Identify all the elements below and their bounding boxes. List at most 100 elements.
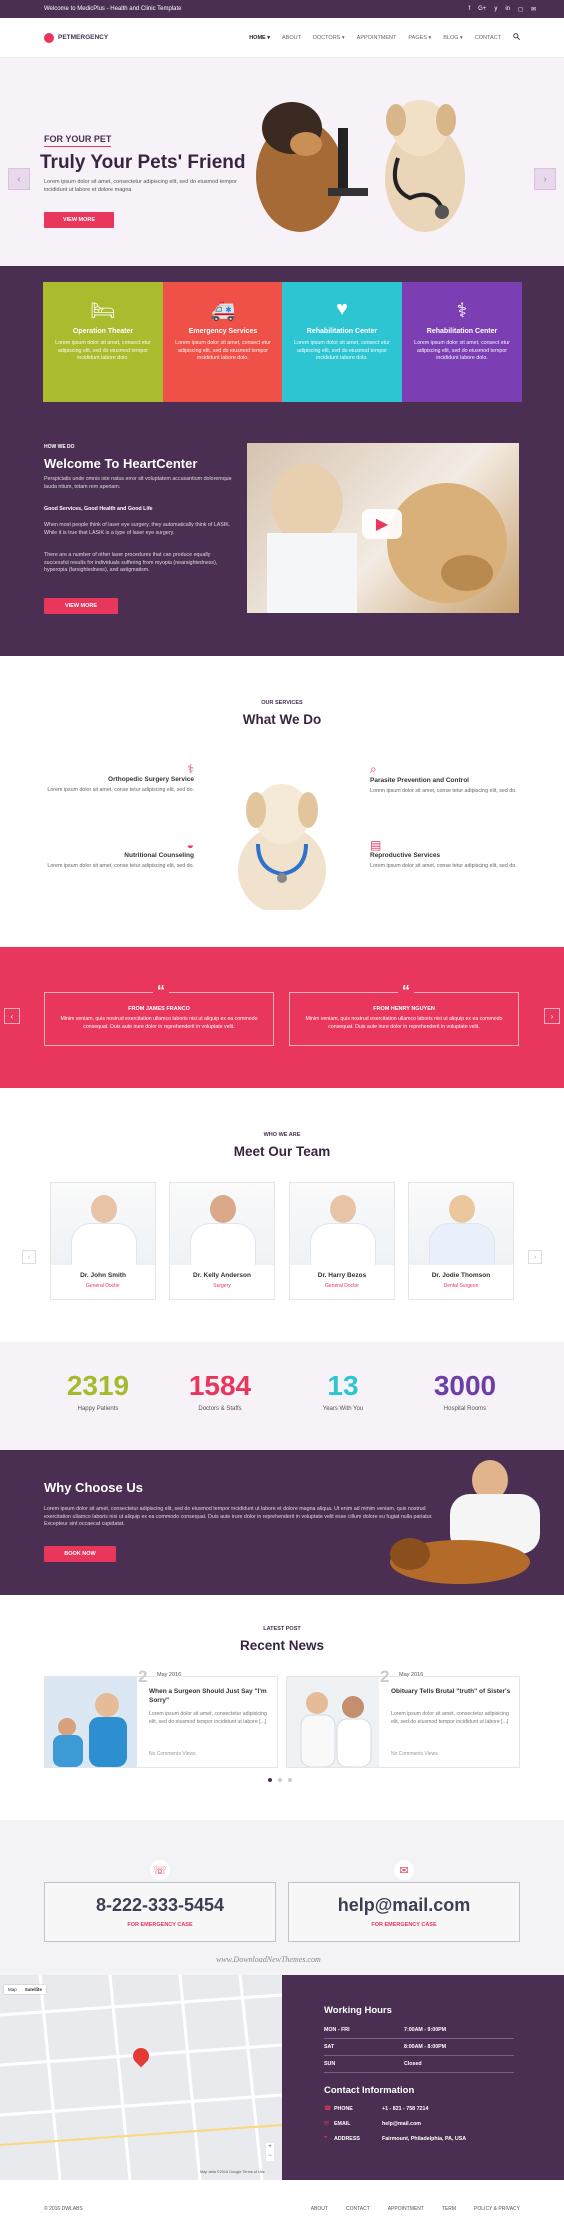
doctor-name: Dr. Jodie Thomson [431,1272,491,1279]
clipboard-icon: ▤ [370,838,382,852]
footer-link-term[interactable]: TERM [442,2206,456,2212]
pagination-dot[interactable] [268,1778,272,1782]
contact-value[interactable]: help@mail.com [382,2121,421,2127]
hours-time: Closed [404,2061,422,2067]
hero-text: Lorem ipsum dolor sit amet, consectetur … [44,179,237,193]
team-card[interactable]: Dr. John Smith General Doctor [50,1182,156,1300]
play-button[interactable]: ▶ [362,509,402,539]
service-title: Rehabilitation Center [306,328,378,335]
location-icon: ⌖ [324,2135,328,2141]
youtube-icon[interactable]: y [494,6,497,13]
nav-item-about[interactable]: ABOUT [282,35,301,41]
zoom-out-button[interactable]: − [266,2152,274,2161]
watermark: www.DownloadNewThemes.com [216,1955,321,1964]
testimonial-card: “ FROM HENRY NGUYEN Minim veniam, quis n… [289,983,519,1046]
phone-box[interactable]: 8-222-333-5454 FOR EMERGENCY CASE [44,1882,276,1942]
footer-link-about[interactable]: ABOUT [311,2206,328,2212]
nav-item-pages[interactable]: PAGES ▾ [408,35,431,41]
doctor-role: General Doctor [86,1283,120,1289]
news-day: 2 [380,1667,390,1686]
doctor-name: Dr. John Smith [80,1272,126,1279]
testimonial-prev-arrow[interactable]: ‹ [4,1008,20,1024]
nav-item-appointment[interactable]: APPOINTMENT [357,35,397,41]
testimonial-text: Minim veniam, quis nostrud exercitation … [60,1016,258,1030]
news-excerpt: Lorem ipsum dolor sit amet, consectetur … [149,1711,267,1725]
stat-value: 1584 [188,1370,252,1401]
service-card-operation[interactable]: 🛏 Operation Theater Lorem ipsum dolor si… [43,282,163,402]
footer-link-contact[interactable]: CONTACT [346,2206,370,2212]
news-meta: No Comments Views [149,1751,196,1757]
email-icon: ✉ [394,1860,414,1880]
contact-value: Fairmount, Philadelphia, PA, USA [382,2135,467,2142]
hero-prev-arrow[interactable]: ‹ [8,168,30,190]
news-post-title[interactable]: When a Surgeon Should Just Say "I'm Sorr… [149,1687,271,1705]
pagination-dot[interactable] [288,1778,292,1782]
hero-next-arrow[interactable]: › [534,168,556,190]
welcome-paragraph-2: There are a number of other laser proced… [44,552,218,573]
testimonial-author: FROM HENRY NGUYEN [373,1006,435,1012]
feature-reproductive[interactable]: ▤ Reproductive Services Lorem ipsum dolo… [370,838,520,871]
team-card[interactable]: Dr. Harry Bezos General Doctor [289,1182,395,1300]
map-zoom-control: + − [266,2143,274,2161]
testimonial-next-arrow[interactable]: › [544,1008,560,1024]
service-card-rehab-2[interactable]: ⚕ Rehabilitation Center Lorem ipsum dolo… [402,282,522,402]
contact-label: ADDRESS [334,2135,360,2142]
mail-icon[interactable]: ✉ [531,6,536,13]
hours-title: Working Hours [324,2005,392,2016]
search-icon[interactable] [513,33,520,42]
welcome-view-more-button[interactable]: VIEW MORE [44,598,118,614]
hours-time: 7:00AM - 9:00PM [404,2027,447,2033]
services-dog-image [238,784,326,910]
news-card[interactable]: 2 May 2016 Obituary Tells Brutal "truth"… [286,1667,520,1768]
team-card[interactable]: Dr. Jodie Thomson Dental Surgeon [408,1182,514,1300]
nav-item-doctors[interactable]: DOCTORS ▾ [313,35,345,41]
logo[interactable]: PETMERGENCY [44,32,108,43]
service-text: Lorem ipsum dolor sit amet, consect etur… [175,340,271,361]
news-excerpt: Lorem ipsum dolor sit amet, consectetur … [391,1711,509,1725]
email-box[interactable]: help@mail.com FOR EMERGENCY CASE [288,1882,520,1942]
zoom-in-button[interactable]: + [266,2143,274,2152]
facebook-icon[interactable]: f [468,6,470,13]
footer-links: ABOUT CONTACT APPOINTMENT TERM POLICY & … [311,2206,520,2212]
google-plus-icon[interactable]: G+ [478,6,486,13]
service-title: Emergency Services [188,328,258,335]
map-tab[interactable]: Map [4,1985,21,1994]
linkedin-icon[interactable]: in [505,6,510,13]
emergency-email: help@mail.com [337,1895,471,1915]
team-next-arrow[interactable]: › [528,1250,542,1264]
nav-menu: HOME ▾ ABOUT DOCTORS ▾ APPOINTMENT PAGES… [249,33,520,42]
nav-item-home[interactable]: HOME ▾ [249,35,270,41]
contact-label: EMAIL [334,2120,351,2127]
footer-link-appointment[interactable]: APPOINTMENT [388,2206,424,2212]
service-card-rehab[interactable]: ♥ Rehabilitation Center Lorem ipsum dolo… [282,282,402,402]
nav-item-blog[interactable]: BLOG ▾ [443,35,463,41]
book-now-button[interactable]: BOOK NOW [44,1546,116,1562]
news-title: Recent News [239,1638,325,1653]
welcome-subheading: Good Services, Good Health and Good Life [44,506,153,512]
instagram-icon[interactable]: ◻ [518,6,523,13]
nav-item-contact[interactable]: CONTACT [475,35,501,41]
team-prev-arrow[interactable]: ‹ [22,1250,36,1264]
welcome-text: Welcome to MedicPlus - Health and Clinic… [44,6,182,12]
testimonial-text: Minim veniam, quis nostrud exercitation … [305,1016,503,1030]
service-card-emergency[interactable]: 🚑 Emergency Services Lorem ipsum dolor s… [163,282,283,402]
stat-value: 13 [327,1370,359,1401]
pagination-dot[interactable] [278,1778,282,1782]
news-card[interactable]: 2 May 2016 When a Surgeon Should Just Sa… [44,1667,278,1768]
feature-parasite[interactable]: ⌕ Parasite Prevention and Control Lorem … [370,762,520,796]
feature-nutritional[interactable]: ◒ Nutritional Counseling Lorem ipsum dol… [44,838,194,871]
hours-day: SAT [324,2044,335,2050]
video-thumbnail[interactable]: ▶ [247,443,519,613]
contact-row: ☎ PHONE +1 - 821 - 758 7214 [324,2101,564,2116]
why-title: Why Choose Us [44,1480,143,1495]
news-post-title[interactable]: Obituary Tells Brutal "truth" of Sister'… [391,1687,513,1696]
contact-value[interactable]: +1 - 821 - 758 7214 [382,2106,428,2112]
hero-view-more-button[interactable]: VIEW MORE [44,212,114,228]
google-map[interactable] [0,1975,282,2180]
feature-title: Parasite Prevention and Control [370,777,469,784]
hero-subtitle: FOR YOUR PET [44,134,112,147]
feature-orthopedic[interactable]: ⚕ Orthopedic Surgery Service Lorem ipsum… [44,762,194,795]
team-card[interactable]: Dr. Kelly Anderson Surgery [169,1182,275,1300]
footer-link-policy[interactable]: POLICY & PRIVACY [474,2206,520,2212]
satellite-tab[interactable]: Satellite [21,1985,46,1994]
